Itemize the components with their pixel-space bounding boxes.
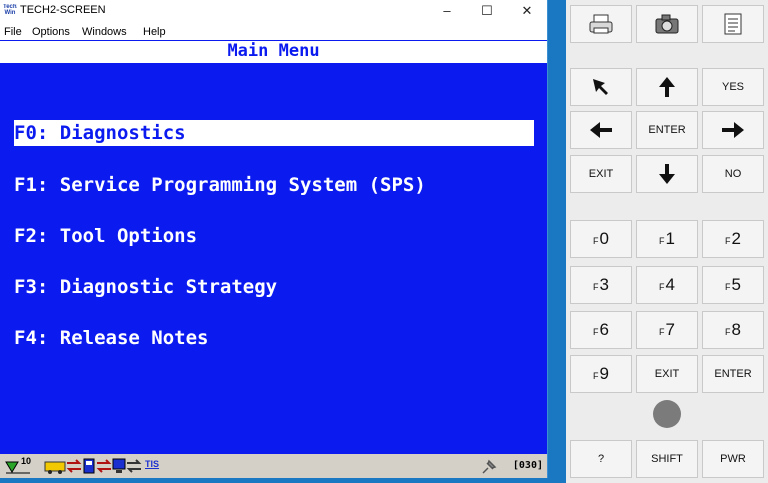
- menu-item-release-notes[interactable]: F4: Release Notes: [14, 325, 534, 351]
- keypad-panel: YES ENTER EXIT NO F0 F1 F2 F3 F4 F5 F6 F…: [566, 0, 768, 483]
- exit-button[interactable]: EXIT: [570, 155, 632, 193]
- vehicle-icon: [44, 461, 66, 474]
- fkey-prefix: F: [659, 236, 665, 246]
- menu-item-diagnostic-strategy[interactable]: F3: Diagnostic Strategy: [14, 274, 534, 300]
- fkey-number: 8: [731, 320, 741, 339]
- f9-button[interactable]: F9: [570, 355, 632, 393]
- f5-button[interactable]: F5: [702, 266, 764, 304]
- f4-button[interactable]: F4: [636, 266, 698, 304]
- transfer-icon: [66, 459, 82, 473]
- menu-item-tool-options[interactable]: F2: Tool Options: [14, 223, 534, 249]
- window-title: TECH2-SCREEN: [20, 4, 106, 16]
- menu-help[interactable]: Help: [143, 26, 166, 38]
- f2-button[interactable]: F2: [702, 220, 764, 258]
- yes-button[interactable]: YES: [702, 68, 764, 106]
- tech2-window: Tech2 Win TECH2-SCREEN – ☐ ✕ File Option…: [0, 0, 548, 478]
- fkey-prefix: F: [659, 282, 665, 292]
- fkey-number: 6: [599, 320, 609, 339]
- f8-button[interactable]: F8: [702, 311, 764, 349]
- tech2-screen: Main Menu F0: Diagnostics F1: Service Pr…: [0, 40, 547, 454]
- power-button[interactable]: PWR: [702, 440, 764, 478]
- menu-windows[interactable]: Windows: [82, 26, 127, 38]
- screen-title: Main Menu: [0, 41, 547, 63]
- fkey-prefix: F: [725, 236, 731, 246]
- menu-file[interactable]: File: [4, 26, 22, 38]
- screenshot-button[interactable]: [636, 5, 698, 43]
- pointer-button[interactable]: [570, 68, 632, 106]
- power-indicator: [653, 400, 681, 428]
- print-button[interactable]: [570, 5, 632, 43]
- f7-button[interactable]: F7: [636, 311, 698, 349]
- app-logo-icon: Tech2 Win: [3, 4, 17, 16]
- arrow-right-icon: [722, 122, 744, 138]
- maximize-button[interactable]: ☐: [467, 0, 507, 22]
- menu-item-diagnostics[interactable]: F0: Diagnostics: [14, 120, 534, 146]
- arrow-left-icon: [590, 122, 612, 138]
- signal-number: 10: [21, 456, 32, 466]
- enter-button[interactable]: ENTER: [636, 111, 698, 149]
- fkey-prefix: F: [593, 371, 599, 381]
- arrow-down-icon: [659, 164, 675, 184]
- device-icon: [83, 458, 95, 474]
- f6-button[interactable]: F6: [570, 311, 632, 349]
- fkey-number: 5: [731, 275, 741, 294]
- status-code: [030]: [512, 460, 543, 471]
- fkey-prefix: F: [725, 282, 731, 292]
- up-button[interactable]: [636, 68, 698, 106]
- fkey-number: 4: [665, 275, 675, 294]
- fkey-number: 0: [599, 229, 609, 248]
- fkey-prefix: F: [593, 282, 599, 292]
- pin-icon[interactable]: [480, 458, 498, 474]
- shift-button[interactable]: SHIFT: [636, 440, 698, 478]
- close-button[interactable]: ✕: [507, 0, 547, 22]
- tis-label: TIS: [145, 459, 160, 469]
- minimize-button[interactable]: –: [427, 0, 467, 22]
- camera-icon: [655, 14, 679, 34]
- fkey-number: 9: [599, 364, 609, 383]
- fkey-number: 3: [599, 275, 609, 294]
- fkey-prefix: F: [593, 236, 599, 246]
- fkey-number: 1: [665, 229, 675, 248]
- transfer-icon-2: [96, 459, 112, 473]
- no-button[interactable]: NO: [702, 155, 764, 193]
- f1-button[interactable]: F1: [636, 220, 698, 258]
- menu-options[interactable]: Options: [32, 26, 70, 38]
- network-icon: [126, 459, 142, 473]
- down-button[interactable]: [636, 155, 698, 193]
- fkey-prefix: F: [593, 327, 599, 337]
- exit-button-2[interactable]: EXIT: [636, 355, 698, 393]
- menu-item-sps[interactable]: F1: Service Programming System (SPS): [14, 172, 534, 198]
- f0-button[interactable]: F0: [570, 220, 632, 258]
- document-button[interactable]: [702, 5, 764, 43]
- right-button[interactable]: [702, 111, 764, 149]
- computer-icon: [112, 458, 126, 473]
- enter-button-2[interactable]: ENTER: [702, 355, 764, 393]
- status-bar: 10 TIS [030]: [0, 454, 547, 478]
- menu-bar: File Options Windows Help: [0, 22, 547, 40]
- title-bar[interactable]: Tech2 Win TECH2-SCREEN – ☐ ✕: [0, 0, 547, 22]
- document-icon: [724, 13, 742, 35]
- f3-button[interactable]: F3: [570, 266, 632, 304]
- help-button[interactable]: ?: [570, 440, 632, 478]
- fkey-number: 2: [731, 229, 741, 248]
- left-button[interactable]: [570, 111, 632, 149]
- fkey-prefix: F: [725, 327, 731, 337]
- pointer-arrow-icon: [593, 79, 608, 95]
- fkey-number: 7: [665, 320, 675, 339]
- printer-icon: [589, 14, 613, 34]
- arrow-up-icon: [659, 77, 675, 97]
- fkey-prefix: F: [659, 327, 665, 337]
